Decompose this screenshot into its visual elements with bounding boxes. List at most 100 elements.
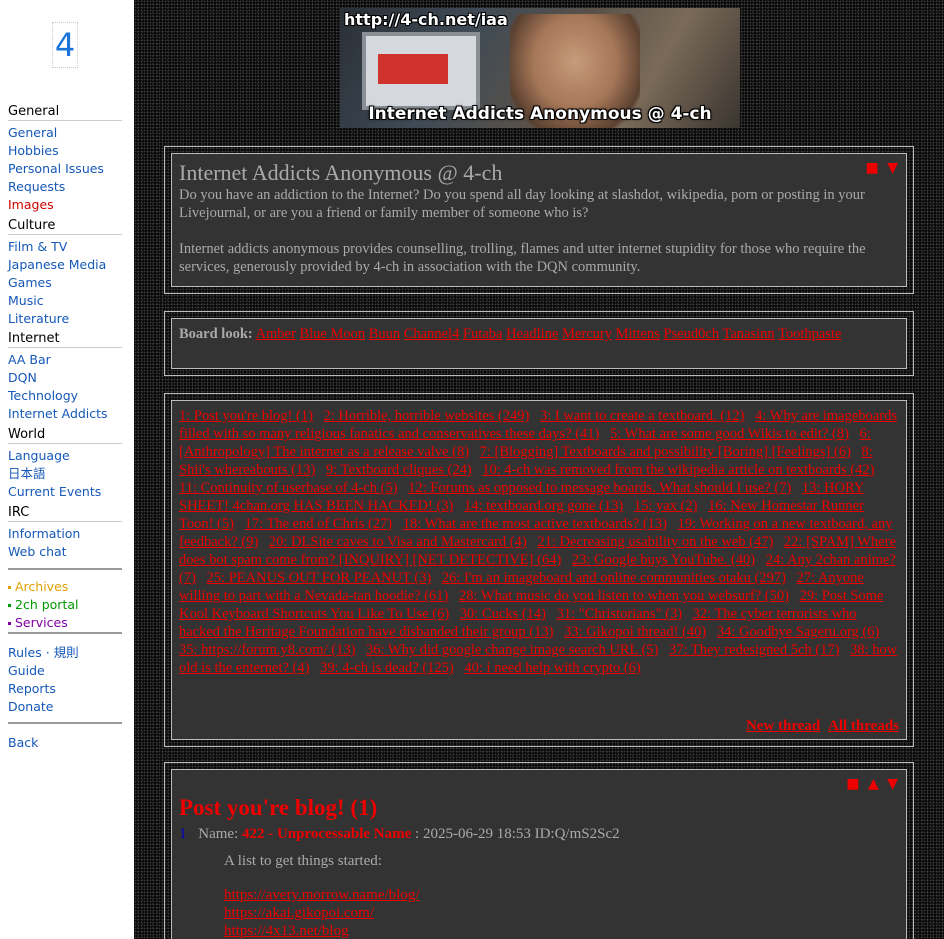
thread-link[interactable]: 26: I'm an imageboard and online communi…: [442, 570, 786, 586]
sidebar-item-2ch-portal[interactable]: 2ch portal: [8, 596, 122, 614]
thread-link[interactable]: 40: i need help with crypto (6): [464, 660, 640, 676]
sidebar-item-dqn[interactable]: DQN: [8, 369, 122, 387]
sidebar-item-reports[interactable]: Reports: [8, 680, 122, 698]
sidebar-item-hobbies[interactable]: Hobbies: [8, 142, 122, 160]
thread-link[interactable]: 20: DLSite caves to Visa and Mastercard …: [269, 534, 527, 550]
sidebar-heading: Culture: [8, 218, 122, 235]
sidebar-item-literature[interactable]: Literature: [8, 310, 122, 328]
post-link[interactable]: https://4x13.net/blog: [224, 922, 899, 939]
thread-link[interactable]: 14: textboard.org gone (13): [464, 498, 623, 514]
thread-link[interactable]: 39: 4-ch is dead? (125): [320, 660, 454, 676]
sidebar-item-technology[interactable]: Technology: [8, 387, 122, 405]
thread-link[interactable]: 25: PEANUS OUT FOR PEANUT (3): [207, 570, 432, 586]
sidebar-item-web-chat[interactable]: Web chat: [8, 543, 122, 561]
thread-title[interactable]: Post you're blog! (1): [179, 794, 899, 822]
board-look-link[interactable]: Blue Moon: [299, 326, 365, 342]
thread-link[interactable]: 1: Post you're blog! (1): [179, 408, 313, 424]
sidebar-heading: IRC: [8, 505, 122, 522]
sidebar-item-services[interactable]: Services: [8, 614, 122, 632]
thread-link[interactable]: 11: Continuity of userbase of 4-ch (5): [179, 480, 398, 496]
sidebar-item-music[interactable]: Music: [8, 292, 122, 310]
sidebar-item-archives[interactable]: Archives: [8, 578, 122, 596]
thread-link[interactable]: 21: Decreasing usability on the web (47): [537, 534, 773, 550]
sidebar-item-rules[interactable]: Rules · 規則: [8, 644, 122, 662]
board-look-link[interactable]: Channel4: [404, 326, 460, 342]
sidebar-section-culture: Culture Film & TV Japanese Media Games M…: [8, 218, 122, 328]
new-thread-link[interactable]: New thread: [746, 718, 820, 734]
all-threads-link[interactable]: All threads: [828, 718, 899, 734]
sidebar-item-donate[interactable]: Donate: [8, 698, 122, 716]
sidebar-item-personal-issues[interactable]: Personal Issues: [8, 160, 122, 178]
site-logo[interactable]: 4: [52, 22, 78, 68]
square-icon[interactable]: ■: [846, 776, 861, 792]
sidebar-item-guide[interactable]: Guide: [8, 662, 122, 680]
thread-link[interactable]: 18: What are the most active textboards?…: [403, 516, 667, 532]
post-name-label: Name:: [198, 826, 239, 842]
board-look-label: Board look:: [179, 326, 253, 342]
post-number[interactable]: 1: [179, 826, 187, 842]
bullet-icon: [8, 604, 11, 607]
intro-paragraph: Do you have an addiction to the Internet…: [179, 187, 865, 221]
sidebar-divider: [8, 632, 122, 634]
thread-link[interactable]: 31: "Christorians" (3): [557, 606, 682, 622]
square-icon[interactable]: ■: [866, 160, 881, 176]
sidebar-item-film-tv[interactable]: Film & TV: [8, 238, 122, 256]
thread-link[interactable]: 9: Textboard cliques (24): [326, 462, 472, 478]
sidebar-item-aa-bar[interactable]: AA Bar: [8, 351, 122, 369]
sidebar-item-japanese-media[interactable]: Japanese Media: [8, 256, 122, 274]
sidebar-back: Back: [8, 734, 122, 752]
thread-link[interactable]: 5: What are some good Wikis to edit? (8): [610, 426, 849, 442]
post-text: A list to get things started:: [224, 853, 382, 869]
sidebar-item-general[interactable]: General: [8, 124, 122, 142]
down-arrow-icon[interactable]: ▼: [887, 776, 900, 792]
board-look-link[interactable]: Pseud0ch: [664, 326, 720, 342]
board-intro: ■ ▼ Internet Addicts Anonymous @ 4-ch Do…: [171, 153, 907, 287]
thread-nav: ■ ▲ ▼: [846, 776, 900, 792]
board-look-links: Amber Blue Moon Buun Channel4 Futaba Hea…: [256, 326, 842, 342]
thread-link[interactable]: 15: yax (2): [634, 498, 698, 514]
sidebar-item-language[interactable]: Language: [8, 447, 122, 465]
up-arrow-icon[interactable]: ▲: [868, 776, 881, 792]
board-look-link[interactable]: Futaba: [463, 326, 502, 342]
sidebar-item-games[interactable]: Games: [8, 274, 122, 292]
post-link[interactable]: https://avery.morrow.name/blog/: [224, 886, 899, 904]
thread-link[interactable]: 28: What music do you listen to when you…: [459, 588, 789, 604]
thread-link[interactable]: 10: 4-ch was removed from the wikipedia …: [482, 462, 874, 478]
sidebar-item-information[interactable]: Information: [8, 525, 122, 543]
board-look: Board look: Amber Blue Moon Buun Channel…: [171, 318, 907, 369]
thread-link[interactable]: 36: Why did google change image search U…: [366, 642, 658, 658]
thread-link[interactable]: 7: [Blogging] Textboards and possibility…: [480, 444, 851, 460]
thread-link[interactable]: 23: Google buys YouTube. (40): [572, 552, 755, 568]
sidebar-item-internet-addicts[interactable]: Internet Addicts: [8, 405, 122, 423]
board-look-link[interactable]: Mittens: [616, 326, 660, 342]
sidebar-item-images[interactable]: Images: [8, 196, 122, 214]
thread-link[interactable]: 33: Gikopoi thread! (40): [564, 624, 706, 640]
thread-link[interactable]: 34: Goodbye Sageru.org (6): [717, 624, 879, 640]
thread-link[interactable]: 17: The end of Chris (27): [245, 516, 393, 532]
board-look-link[interactable]: Amber: [256, 326, 296, 342]
sidebar-item-current-events[interactable]: Current Events: [8, 483, 122, 501]
thread-list-box: 1: Post you're blog! (1) 2: Horrible, ho…: [164, 393, 914, 747]
post-link[interactable]: https://akai.gikopoi.com/: [224, 904, 899, 922]
board-title: Internet Addicts Anonymous @ 4-ch: [179, 160, 503, 185]
thread-link[interactable]: 37: They redesigned 5ch (17): [669, 642, 839, 658]
board-look-link[interactable]: Toothpaste: [778, 326, 841, 342]
down-arrow-icon[interactable]: ▼: [887, 160, 900, 176]
thread-link[interactable]: 12: Forums as opposed to message boards.…: [408, 480, 791, 496]
thread-actions: New thread All threads: [742, 718, 899, 735]
sidebar-divider: [8, 568, 122, 570]
thread-link[interactable]: 35: https://forum.y8.com/ (13): [179, 642, 355, 658]
post-meta: : 2025-06-29 18:53 ID:Q/mS2Sc2: [415, 826, 620, 842]
sidebar-item-requests[interactable]: Requests: [8, 178, 122, 196]
board-look-link[interactable]: Tanasinn: [722, 326, 774, 342]
thread-link[interactable]: 2: Horrible, horrible websites (249): [324, 408, 530, 424]
board-look-link[interactable]: Mercury: [562, 326, 612, 342]
back-link[interactable]: Back: [8, 734, 122, 752]
board-look-link[interactable]: Headline: [506, 326, 558, 342]
thread-link[interactable]: 30: Cucks (14): [460, 606, 546, 622]
thread-link[interactable]: 3: I want to create a textboard. (12): [540, 408, 745, 424]
sidebar-section-general: General General Hobbies Personal Issues …: [8, 104, 122, 214]
sidebar-heading: Internet: [8, 331, 122, 348]
sidebar-item-japanese[interactable]: 日本語: [8, 465, 122, 483]
board-look-link[interactable]: Buun: [369, 326, 400, 342]
